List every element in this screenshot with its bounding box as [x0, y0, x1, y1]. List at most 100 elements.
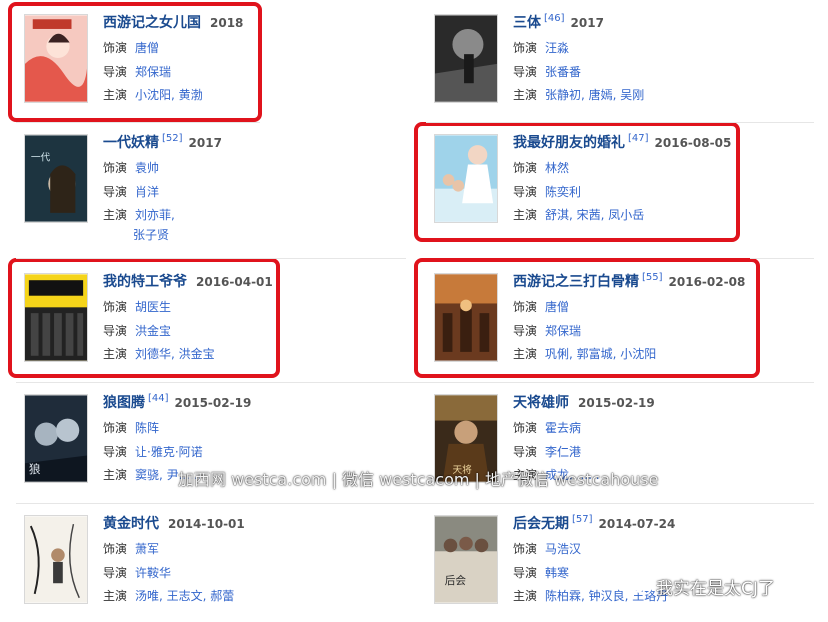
director-value[interactable]: 郑保瑞: [545, 324, 581, 338]
film-year: 2014-10-01: [168, 517, 245, 531]
poster-icon[interactable]: [24, 14, 88, 103]
role-value[interactable]: 唐僧: [545, 300, 569, 314]
poster-icon[interactable]: [434, 273, 498, 362]
film-title[interactable]: 西游记之三打白骨精: [513, 274, 639, 290]
film-title[interactable]: 一代妖精: [103, 135, 159, 151]
director-value[interactable]: 陈奕利: [545, 185, 581, 199]
director-value[interactable]: 张番番: [545, 65, 581, 79]
poster-icon[interactable]: [434, 14, 498, 103]
role-value[interactable]: 陈阵: [135, 421, 159, 435]
wechat-tag-text: 我实在是太CJ了: [656, 579, 775, 599]
divider: [16, 122, 260, 123]
role-label: 饰演: [103, 542, 128, 556]
role-label: 饰演: [513, 421, 538, 435]
poster-icon[interactable]: [24, 273, 88, 362]
director-label: 导演: [103, 65, 128, 79]
film-title[interactable]: 我的特工爷爷: [103, 274, 187, 290]
film-title[interactable]: 黄金时代: [103, 516, 159, 532]
role-value[interactable]: 马浩汉: [545, 542, 581, 556]
director-label: 导演: [513, 566, 538, 580]
star-value[interactable]: 小沈阳, 黄渤: [135, 88, 203, 102]
wechat-tag: 我实在是太CJ了: [628, 574, 775, 599]
film-title[interactable]: 狼图腾: [103, 395, 145, 411]
film-ref[interactable]: [47]: [628, 133, 649, 144]
divider: [16, 503, 814, 504]
star-label: 主演: [103, 589, 128, 603]
film-ref[interactable]: [52]: [162, 133, 183, 144]
role-label: 饰演: [513, 300, 538, 314]
film-year: 2018: [210, 16, 244, 30]
role-value[interactable]: 林然: [545, 161, 569, 175]
role-label: 饰演: [513, 161, 538, 175]
star-label: 主演: [103, 208, 128, 222]
film-year: 2014-07-24: [598, 517, 676, 531]
director-value[interactable]: 许鞍华: [135, 566, 171, 580]
poster-icon[interactable]: [24, 515, 88, 604]
film-ref[interactable]: [46]: [544, 13, 565, 24]
director-value[interactable]: 郑保瑞: [135, 65, 171, 79]
poster-icon[interactable]: 一代: [24, 134, 88, 223]
star-label: 主演: [103, 88, 128, 102]
director-label: 导演: [513, 445, 538, 459]
star-label: 主演: [513, 347, 538, 361]
film-year: 2015-02-19: [174, 396, 252, 410]
film-year: 2016-02-08: [668, 275, 746, 289]
director-value[interactable]: 让·雅克·阿诺: [135, 445, 203, 459]
director-label: 导演: [513, 65, 538, 79]
film-ref[interactable]: [55]: [642, 272, 663, 283]
svg-text:一代: 一代: [31, 152, 51, 164]
film-year: 2017: [570, 16, 604, 30]
poster-icon[interactable]: 后会: [434, 515, 498, 604]
poster-icon[interactable]: 狼: [24, 394, 88, 483]
star-value[interactable]: 刘德华, 洪金宝: [135, 347, 215, 361]
film-title[interactable]: 我最好朋友的婚礼: [513, 135, 625, 151]
film-ref[interactable]: [57]: [572, 514, 593, 525]
star-value-line2[interactable]: 张子贤: [133, 226, 169, 243]
role-value[interactable]: 霍去病: [545, 421, 581, 435]
director-label: 导演: [513, 324, 538, 338]
role-label: 饰演: [103, 421, 128, 435]
star-value[interactable]: 巩俐, 郭富城, 小沈阳: [545, 347, 656, 361]
divider: [426, 122, 814, 123]
role-label: 饰演: [103, 41, 128, 55]
director-value[interactable]: 李仁港: [545, 445, 581, 459]
director-value[interactable]: 肖洋: [135, 185, 159, 199]
film-title[interactable]: 三体: [513, 15, 541, 31]
role-value[interactable]: 萧军: [135, 542, 159, 556]
star-value[interactable]: 刘亦菲,: [135, 208, 175, 222]
divider: [750, 258, 814, 259]
role-label: 饰演: [103, 300, 128, 314]
director-label: 导演: [103, 185, 128, 199]
film-title[interactable]: 西游记之女儿国: [103, 15, 201, 31]
star-label: 主演: [513, 589, 538, 603]
role-label: 饰演: [513, 41, 538, 55]
star-value[interactable]: 舒淇, 宋茜, 凤小岳: [545, 208, 644, 222]
svg-text:后会: 后会: [445, 574, 467, 587]
director-label: 导演: [103, 566, 128, 580]
star-label: 主演: [513, 208, 538, 222]
star-label: 主演: [103, 347, 128, 361]
role-value[interactable]: 唐僧: [135, 41, 159, 55]
film-title[interactable]: 后会无期: [513, 516, 569, 532]
poster-icon[interactable]: [434, 134, 498, 223]
role-label: 饰演: [103, 161, 128, 175]
director-label: 导演: [103, 445, 128, 459]
film-ref[interactable]: [44]: [148, 393, 169, 404]
star-value[interactable]: 张静初, 唐嫣, 吴刚: [545, 88, 644, 102]
role-label: 饰演: [513, 542, 538, 556]
divider: [16, 382, 814, 383]
director-value[interactable]: 洪金宝: [135, 324, 171, 338]
star-label: 主演: [103, 468, 128, 482]
divider: [16, 258, 406, 259]
star-label: 主演: [513, 88, 538, 102]
role-value[interactable]: 汪淼: [545, 41, 569, 55]
film-title[interactable]: 天将雄师: [513, 395, 569, 411]
film-year: 2016-08-05: [654, 136, 732, 150]
role-value[interactable]: 袁帅: [135, 161, 159, 175]
director-value[interactable]: 韩寒: [545, 566, 569, 580]
wechat-icon: [628, 577, 652, 595]
star-value[interactable]: 汤唯, 王志文, 郝蕾: [135, 589, 234, 603]
film-year: 2016-04-01: [196, 275, 273, 289]
svg-text:狼: 狼: [29, 462, 41, 476]
role-value[interactable]: 胡医生: [135, 300, 171, 314]
